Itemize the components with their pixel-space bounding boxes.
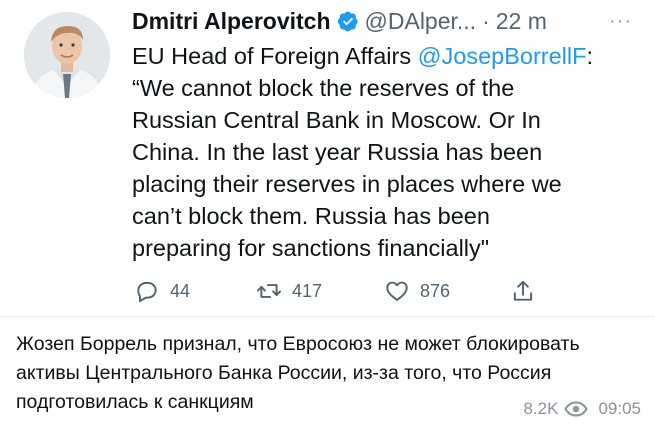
like-count: 876 bbox=[420, 280, 451, 301]
verified-badge-icon bbox=[337, 11, 358, 32]
retweet-button[interactable]: 417 bbox=[256, 276, 322, 306]
tweet-text: EU Head of Foreign Affairs @JosepBorrell… bbox=[132, 40, 637, 264]
post-text-line: Жозеп Боррель признал, что Евросоюз не м… bbox=[16, 333, 580, 355]
tweet-text-colon: : bbox=[586, 43, 593, 69]
more-options-icon[interactable]: ··· bbox=[609, 10, 632, 33]
mention-link[interactable]: @JosepBorrellF bbox=[418, 43, 587, 69]
retweet-icon bbox=[256, 284, 282, 298]
tweet-text-prefix: EU Head of Foreign Affairs bbox=[132, 43, 418, 69]
avatar-image bbox=[24, 12, 110, 98]
tweet-text-line: “We cannot block the reserves of the bbox=[132, 75, 515, 101]
tweet-text-line: can’t block them. Russia has been bbox=[132, 203, 490, 229]
reply-button[interactable]: 44 bbox=[134, 276, 190, 306]
tweet-text-line: China. In the last year Russia has been bbox=[132, 139, 543, 165]
separator-dot: · bbox=[482, 7, 490, 34]
author-handle[interactable]: @DAlper... bbox=[365, 8, 477, 35]
avatar[interactable] bbox=[24, 12, 110, 98]
heart-icon bbox=[386, 281, 408, 301]
share-icon bbox=[513, 280, 533, 301]
retweet-count: 417 bbox=[292, 280, 323, 301]
author-name[interactable]: Dmitri Alperovitch bbox=[132, 8, 331, 35]
post-meta: 8.2K 09:05 bbox=[523, 398, 641, 420]
tweet-card: Dmitri Alperovitch @DAlper... · 22 m ···… bbox=[0, 0, 655, 316]
divider bbox=[0, 316, 655, 317]
reply-icon bbox=[137, 281, 157, 303]
eye-icon bbox=[564, 401, 589, 417]
tweet-actions: 44 417 876 bbox=[132, 276, 552, 306]
tweet-text-line: placing their reserves in places where w… bbox=[132, 171, 562, 197]
tweet-text-line: EU Head of Foreign Affairs @JosepBorrell… bbox=[132, 40, 637, 72]
reply-count: 44 bbox=[170, 280, 191, 301]
post-text-line: активы Центрального Банка России, из-за … bbox=[16, 362, 552, 384]
share-button[interactable] bbox=[510, 276, 536, 306]
tweet-time[interactable]: 22 m bbox=[496, 8, 547, 35]
like-button[interactable]: 876 bbox=[384, 276, 450, 306]
post-time: 09:05 bbox=[598, 399, 641, 418]
tweet-header: Dmitri Alperovitch @DAlper... · 22 m ··· bbox=[132, 4, 642, 38]
view-count: 8.2K bbox=[523, 399, 559, 418]
tweet-text-line: preparing for sanctions financially" bbox=[132, 235, 490, 261]
tweet-text-line: Russian Central Bank in Moscow. Or In bbox=[132, 107, 541, 133]
